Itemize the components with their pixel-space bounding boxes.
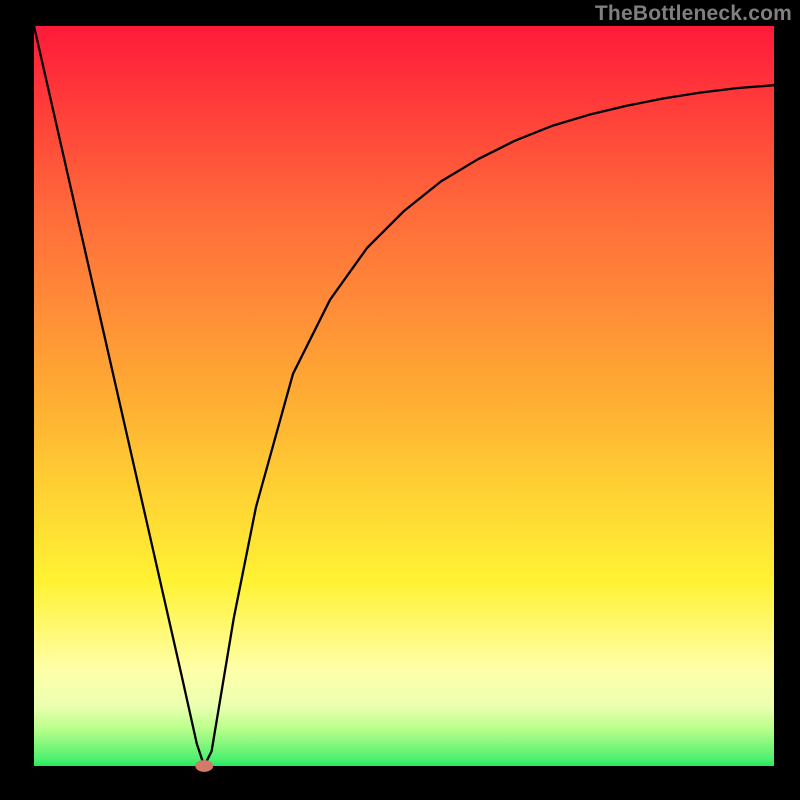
optimum-marker	[195, 760, 213, 772]
plot-area	[34, 26, 774, 766]
bottleneck-curve-svg	[34, 26, 774, 766]
watermark-text: TheBottleneck.com	[595, 2, 792, 26]
chart-frame: TheBottleneck.com	[0, 0, 800, 800]
bottleneck-curve	[34, 26, 774, 766]
